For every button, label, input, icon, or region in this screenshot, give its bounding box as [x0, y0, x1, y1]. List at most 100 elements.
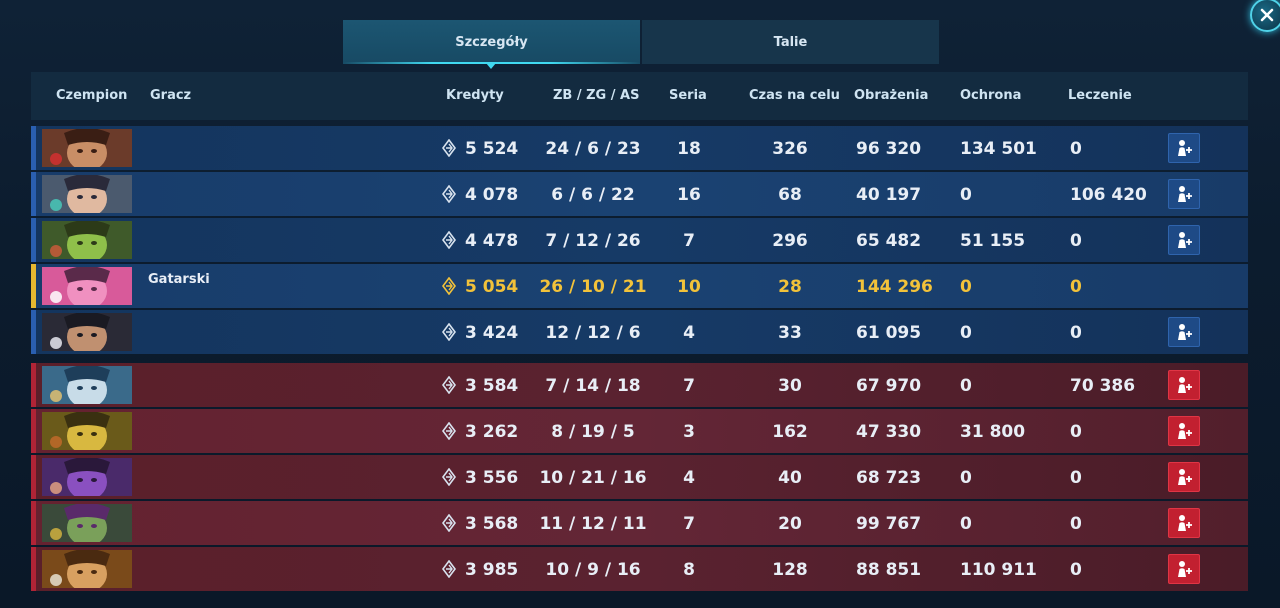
- streak-value: 8: [683, 560, 695, 580]
- damage-value: 144 296: [856, 277, 933, 297]
- add-friend-icon: [1178, 232, 1192, 248]
- shielding-value: 0: [960, 468, 972, 488]
- add-friend-button[interactable]: [1168, 225, 1200, 255]
- champion-portrait[interactable]: [42, 267, 132, 305]
- credits-icon: [442, 230, 456, 250]
- shielding-value: 31 800: [960, 422, 1026, 442]
- header-credits: Kredyty: [446, 88, 504, 103]
- team-color-stripe: [31, 363, 36, 407]
- champion-portrait[interactable]: [42, 412, 132, 450]
- kda-value: 26 / 10 / 21: [539, 277, 647, 297]
- credits-value: 3 424: [465, 323, 519, 343]
- kda-value: 8 / 19 / 5: [551, 422, 635, 442]
- kda-value: 11 / 12 / 11: [539, 514, 647, 534]
- objective-time-value: 30: [778, 376, 802, 396]
- red-team-row[interactable]: 3 985 10 / 9 / 16 8 128 88 851 110 911 0: [31, 547, 1248, 591]
- healing-value: 0: [1070, 422, 1082, 442]
- shielding-value: 0: [960, 323, 972, 343]
- shielding-value: 0: [960, 376, 972, 396]
- player-name[interactable]: Gatarski: [148, 272, 210, 287]
- streak-value: 18: [677, 139, 701, 159]
- damage-value: 67 970: [856, 376, 922, 396]
- add-friend-button[interactable]: [1168, 508, 1200, 538]
- champion-portrait[interactable]: [42, 366, 132, 404]
- objective-time-value: 20: [778, 514, 802, 534]
- close-button[interactable]: [1250, 0, 1280, 32]
- objective-time-value: 128: [772, 560, 808, 580]
- objective-time-value: 162: [772, 422, 808, 442]
- streak-value: 10: [677, 277, 701, 297]
- streak-value: 4: [683, 323, 695, 343]
- kda-value: 10 / 9 / 16: [545, 560, 641, 580]
- damage-value: 68 723: [856, 468, 922, 488]
- healing-value: 0: [1070, 560, 1082, 580]
- credits-value: 4 078: [465, 185, 519, 205]
- header-player: Gracz: [150, 88, 192, 103]
- healing-value: 0: [1070, 277, 1082, 297]
- kda-value: 12 / 12 / 6: [545, 323, 641, 343]
- shielding-value: 0: [960, 185, 972, 205]
- add-friend-button[interactable]: [1168, 317, 1200, 347]
- credits-value: 5 524: [465, 139, 519, 159]
- streak-value: 16: [677, 185, 701, 205]
- blue-team-row[interactable]: 3 424 12 / 12 / 6 4 33 61 095 0 0: [31, 310, 1248, 354]
- credits-value: 4 478: [465, 231, 519, 251]
- blue-team-row[interactable]: 5 524 24 / 6 / 23 18 326 96 320 134 501 0: [31, 126, 1248, 170]
- team-color-stripe: [31, 310, 36, 354]
- shielding-value: 51 155: [960, 231, 1026, 251]
- streak-value: 7: [683, 231, 695, 251]
- damage-value: 47 330: [856, 422, 922, 442]
- champion-portrait[interactable]: [42, 458, 132, 496]
- table-header: [31, 72, 1248, 120]
- objective-time-value: 68: [778, 185, 802, 205]
- streak-value: 7: [683, 376, 695, 396]
- damage-value: 88 851: [856, 560, 922, 580]
- add-friend-button[interactable]: [1168, 133, 1200, 163]
- credits-value: 3 584: [465, 376, 519, 396]
- team-color-stripe: [31, 409, 36, 453]
- red-team-row[interactable]: 3 262 8 / 19 / 5 3 162 47 330 31 800 0: [31, 409, 1248, 453]
- kda-value: 10 / 21 / 16: [539, 468, 647, 488]
- champion-portrait[interactable]: [42, 550, 132, 588]
- blue-team-row[interactable]: 4 078 6 / 6 / 22 16 68 40 197 0 106 420: [31, 172, 1248, 216]
- credits-icon: [442, 375, 456, 395]
- objective-time-value: 326: [772, 139, 808, 159]
- healing-value: 0: [1070, 468, 1082, 488]
- champion-portrait[interactable]: [42, 313, 132, 351]
- blue-team-row[interactable]: 4 478 7 / 12 / 26 7 296 65 482 51 155 0: [31, 218, 1248, 262]
- add-friend-button[interactable]: [1168, 179, 1200, 209]
- credits-icon: [442, 138, 456, 158]
- add-friend-button[interactable]: [1168, 462, 1200, 492]
- champion-portrait[interactable]: [42, 221, 132, 259]
- kda-value: 24 / 6 / 23: [545, 139, 641, 159]
- objective-time-value: 33: [778, 323, 802, 343]
- champion-portrait[interactable]: [42, 175, 132, 213]
- objective-time-value: 28: [778, 277, 802, 297]
- red-team-row[interactable]: 3 556 10 / 21 / 16 4 40 68 723 0 0: [31, 455, 1248, 499]
- red-team-row[interactable]: 3 584 7 / 14 / 18 7 30 67 970 0 70 386: [31, 363, 1248, 407]
- credits-icon: [442, 184, 456, 204]
- healing-value: 106 420: [1070, 185, 1147, 205]
- add-friend-icon: [1178, 377, 1192, 393]
- kda-value: 6 / 6 / 22: [551, 185, 635, 205]
- damage-value: 61 095: [856, 323, 922, 343]
- tab-decks[interactable]: Talie: [642, 20, 939, 64]
- add-friend-button[interactable]: [1168, 370, 1200, 400]
- add-friend-button[interactable]: [1168, 416, 1200, 446]
- credits-value: 5 054: [465, 277, 519, 297]
- active-tab-indicator: [486, 63, 496, 69]
- header-kda: ZB / ZG / AS: [553, 88, 640, 103]
- add-friend-button[interactable]: [1168, 554, 1200, 584]
- champion-portrait[interactable]: [42, 129, 132, 167]
- champion-portrait[interactable]: [42, 504, 132, 542]
- streak-value: 3: [683, 422, 695, 442]
- header-damage: Obrażenia: [854, 88, 929, 103]
- tab-details[interactable]: Szczegóły: [343, 20, 640, 64]
- blue-team-row[interactable]: Gatarski 5 054 26 / 10 / 21 10 28 144 296 0 0: [31, 264, 1248, 308]
- team-color-stripe: [31, 264, 36, 308]
- healing-value: 0: [1070, 514, 1082, 534]
- header-champion: Czempion: [56, 88, 128, 103]
- team-color-stripe: [31, 218, 36, 262]
- credits-icon: [442, 467, 456, 487]
- red-team-row[interactable]: 3 568 11 / 12 / 11 7 20 99 767 0 0: [31, 501, 1248, 545]
